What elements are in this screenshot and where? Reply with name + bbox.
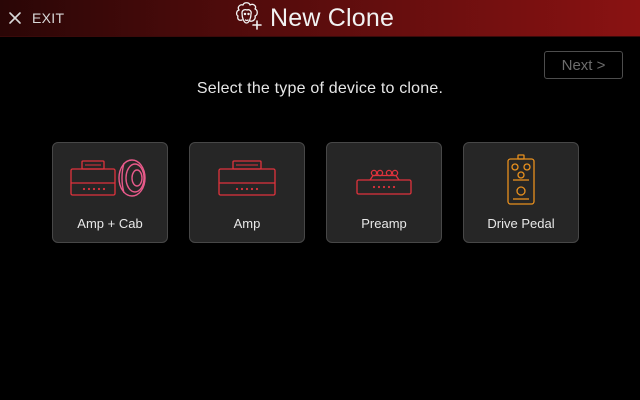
amp-head-icon bbox=[190, 153, 304, 209]
amp-cab-icon bbox=[53, 153, 167, 209]
next-button[interactable]: Next > bbox=[544, 51, 623, 79]
device-card-label: Amp bbox=[233, 216, 261, 231]
device-card-label: Preamp bbox=[361, 216, 407, 231]
exit-button[interactable]: EXIT bbox=[8, 6, 64, 30]
new-clone-screen: EXIT New Clone Next > Select the type of… bbox=[0, 0, 640, 400]
drive-pedal-icon bbox=[464, 153, 578, 209]
close-icon bbox=[8, 11, 22, 25]
device-card-amp-cab[interactable]: Amp + Cab bbox=[52, 142, 168, 243]
exit-label: EXIT bbox=[32, 10, 65, 26]
instruction-text: Select the type of device to clone. bbox=[196, 80, 444, 97]
page-title: New Clone bbox=[270, 3, 395, 32]
device-card-label: Amp + Cab bbox=[77, 216, 143, 231]
device-card-preamp[interactable]: Preamp bbox=[326, 142, 442, 243]
device-card-label: Drive Pedal bbox=[487, 216, 555, 231]
device-card-amp[interactable]: Amp bbox=[189, 142, 305, 243]
sheep-clone-icon bbox=[232, 1, 264, 36]
preamp-icon bbox=[327, 153, 441, 209]
title-bar: EXIT New Clone bbox=[0, 0, 640, 37]
device-card-drive-pedal[interactable]: Drive Pedal bbox=[463, 142, 579, 243]
title-group: New Clone bbox=[232, 1, 395, 36]
